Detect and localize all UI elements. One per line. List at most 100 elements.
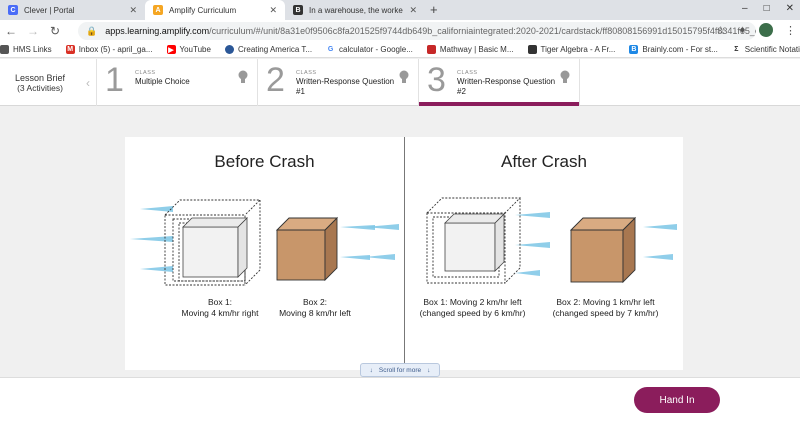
- before-crash-title: Before Crash: [214, 152, 315, 171]
- box2-cube: [569, 216, 637, 284]
- caption-line: Box 2:: [302, 297, 328, 307]
- bookmark-label: Inbox (5) - april_ga...: [78, 45, 153, 54]
- lesson-brief-title: Lesson Brief: [14, 72, 66, 83]
- tab-title: Clever | Portal: [24, 5, 75, 15]
- caption-line: Box 1:: [207, 297, 233, 307]
- scroll-for-more-button[interactable]: ↓ Scroll for more ↓: [360, 363, 440, 377]
- lesson-brief-count: (3 Activities): [17, 82, 63, 93]
- bookmark-item[interactable]: Creating America T...: [224, 45, 313, 54]
- caption-line: (changed speed by 7 km/hr): [552, 308, 659, 318]
- brainly-icon: B: [629, 45, 639, 54]
- before-crash-illustration: [130, 199, 399, 286]
- bookmark-label: HMS Links: [13, 45, 52, 54]
- activity-tab-empty: [579, 59, 784, 106]
- back-icon[interactable]: ←: [0, 24, 22, 38]
- tab-title: Amplify Curriculum: [169, 5, 237, 15]
- mathway-icon: [426, 45, 436, 54]
- bookmark-label: Creating America T...: [237, 45, 313, 54]
- caption-line: Box 1: Moving 2 km/hr left: [423, 297, 522, 307]
- sigma-icon: Σ: [731, 45, 741, 54]
- bookmark-item[interactable]: Gcalculator - Google...: [326, 45, 413, 54]
- hand-in-button[interactable]: Hand In: [634, 387, 720, 413]
- google-icon: G: [326, 45, 336, 54]
- tiger-icon: [527, 45, 537, 54]
- minimize-icon[interactable]: –: [742, 3, 748, 14]
- bookmark-item[interactable]: B Brainly.com - For st...: [629, 45, 718, 54]
- footer-bar: Hand In: [0, 377, 800, 422]
- after-box2-caption: Box 2: Moving 1 km/hr left (changed spee…: [543, 297, 668, 319]
- lightbulb-icon: [560, 70, 570, 83]
- bookmark-label: Tiger Algebra - A Fr...: [540, 45, 616, 54]
- lesson-brief[interactable]: Lesson Brief (3 Activities): [0, 59, 80, 106]
- youtube-icon: ▶: [166, 45, 176, 54]
- tab-brainly[interactable]: B In a warehouse, the workers som ✕: [285, 0, 425, 20]
- before-box1-caption: Box 1: Moving 4 km/hr right: [165, 297, 275, 319]
- bookmark-item[interactable]: HMS Links: [0, 45, 52, 54]
- forward-icon[interactable]: →: [22, 24, 44, 38]
- extensions-icon[interactable]: ✦: [738, 24, 747, 37]
- url-host: apps.learning.amplify.com: [105, 26, 210, 36]
- lightbulb-icon: [238, 70, 248, 83]
- brainly-favicon-icon: B: [293, 5, 303, 15]
- bookmark-item[interactable]: M Inbox (5) - april_ga...: [65, 45, 153, 54]
- reload-icon[interactable]: ↻: [44, 24, 66, 38]
- lock-icon: 🔒: [86, 25, 98, 36]
- arrow-down-icon: ↓: [427, 366, 431, 374]
- caption-line: (changed speed by 6 km/hr): [419, 308, 526, 318]
- bookmark-label: Brainly.com - For st...: [642, 45, 718, 54]
- activity-number: 3: [427, 61, 446, 99]
- motion-streaks: [130, 206, 399, 272]
- tab-amplify[interactable]: A Amplify Curriculum ✕: [145, 0, 285, 20]
- bookmark-item[interactable]: ▶ YouTube: [166, 45, 211, 54]
- bookmark-item[interactable]: Mathway | Basic M...: [426, 45, 514, 54]
- bookmark-label: Scientific Notation...: [744, 45, 800, 54]
- bookmark-item[interactable]: ΣScientific Notation...: [731, 45, 800, 54]
- previous-arrow-icon[interactable]: ‹: [80, 59, 96, 106]
- before-box2-caption: Box 2: Moving 8 km/hr left: [270, 297, 360, 319]
- activity-number: 1: [105, 61, 124, 99]
- browser-tab-strip: C Clever | Portal ✕ A Amplify Curriculum…: [0, 0, 800, 20]
- clever-favicon-icon: C: [8, 5, 18, 15]
- address-bar[interactable]: 🔒 apps.learning.amplify.com /curriculum/…: [78, 22, 756, 40]
- activity-tab-3[interactable]: 3 CLASS Written-Response Question #2: [418, 59, 579, 106]
- lightbulb-icon: [399, 70, 409, 83]
- box1-cube: [444, 213, 505, 272]
- arrow-down-icon: ↓: [369, 366, 373, 374]
- caption-line: Box 2: Moving 1 km/hr left: [556, 297, 655, 307]
- close-tab-icon[interactable]: ✕: [269, 5, 277, 16]
- lesson-activity-bar: Lesson Brief (3 Activities) ‹ 1 CLASS Mu…: [0, 59, 800, 149]
- after-crash-title: After Crash: [501, 152, 587, 171]
- folder-icon: [0, 45, 9, 54]
- bookmarks-bar: HMS Links M Inbox (5) - april_ga... ▶ YouT…: [0, 42, 800, 58]
- activity-name: Multiple Choice: [135, 77, 190, 86]
- maximize-icon[interactable]: □: [764, 3, 770, 14]
- window-controls: – □ ✕: [742, 3, 794, 14]
- activity-kind: CLASS: [457, 70, 478, 76]
- tab-clever[interactable]: C Clever | Portal ✕: [0, 0, 145, 20]
- close-tab-icon[interactable]: ✕: [129, 5, 137, 16]
- globe-icon: [224, 45, 234, 54]
- scroll-hint-label: Scroll for more: [378, 366, 422, 374]
- crash-figure: Before Crash Box 1: Moving 4 km/hr right…: [125, 137, 683, 370]
- caption-line: Moving 4 km/hr right: [181, 308, 259, 318]
- new-tab-icon[interactable]: +: [430, 2, 438, 17]
- activity-name: Written-Response Question #2: [457, 77, 556, 96]
- activity-tab-2[interactable]: 2 CLASS Written-Response Question #1: [257, 59, 418, 106]
- close-tab-icon[interactable]: ✕: [409, 5, 417, 16]
- gmail-icon: M: [65, 45, 75, 54]
- box2-cube: [275, 216, 339, 282]
- bookmark-star-icon[interactable]: ☆: [716, 24, 726, 37]
- after-crash-illustration: [426, 197, 677, 284]
- tab-title: In a warehouse, the workers som: [309, 5, 403, 15]
- menu-kebab-icon[interactable]: ⋮: [785, 24, 796, 37]
- content-stage: Before Crash Box 1: Moving 4 km/hr right…: [0, 106, 800, 376]
- box1-cube: [182, 217, 248, 278]
- browser-toolbar: ← → ↻ 🔒 apps.learning.amplify.com /curri…: [0, 20, 800, 42]
- profile-avatar[interactable]: [759, 23, 773, 37]
- activity-tab-1[interactable]: 1 CLASS Multiple Choice: [96, 59, 257, 106]
- activity-kind: CLASS: [296, 70, 317, 76]
- activity-name: Written-Response Question #1: [296, 77, 395, 96]
- close-window-icon[interactable]: ✕: [786, 3, 794, 14]
- url-path: /curriculum/#/unit/8a31e0f9506c8fa201525…: [209, 26, 756, 36]
- bookmark-item[interactable]: Tiger Algebra - A Fr...: [527, 45, 616, 54]
